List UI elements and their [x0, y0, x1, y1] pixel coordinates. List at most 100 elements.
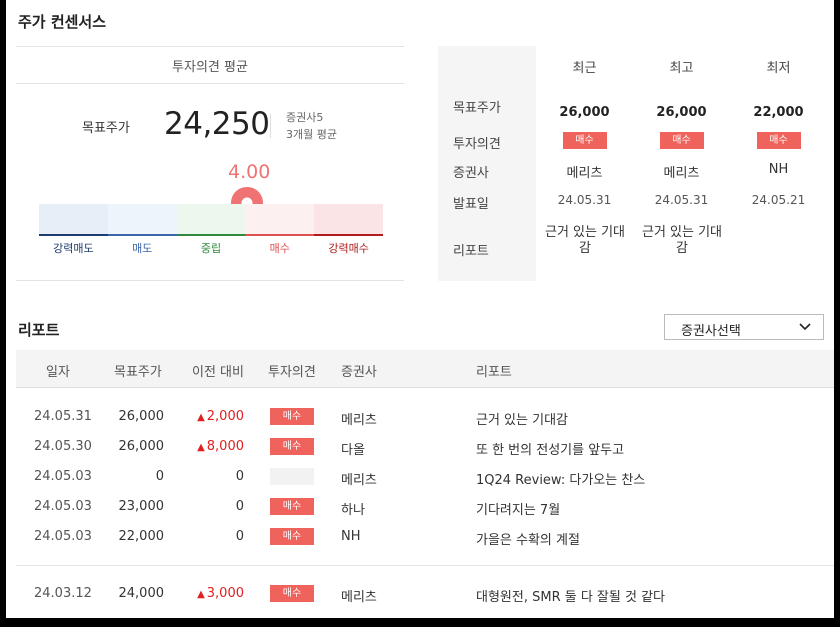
col-date: 일자 [46, 365, 70, 380]
summary-row-label-report: 리포트 [453, 244, 489, 259]
gauge-baseline-segment [107, 234, 177, 236]
highest-date: 24.05.31 [654, 193, 709, 207]
target-price-value: 24,250 [164, 106, 270, 142]
summary-row-label-opinion: 투자의견 [453, 137, 501, 152]
summary-row-label-broker: 증권사 [453, 166, 489, 181]
latest-opinion: 매수 [536, 132, 633, 149]
gauge-label-sell: 매도 [132, 242, 153, 255]
target-price-label: 목표주가 [82, 121, 130, 136]
col-report: 리포트 [476, 365, 512, 380]
consensus-panel: 주가 컨센서스 투자의견 평균 목표주가 24,250 증권사5 3개월 평균 … [6, 0, 834, 618]
lowest-broker: NH [768, 162, 789, 177]
gauge-label-strong-buy: 강력매수 [328, 242, 369, 255]
row-report-link[interactable]: 1Q24 Review: 다가오는 찬스 [476, 469, 645, 488]
row-diff: 0 [235, 529, 244, 544]
row-date: 24.05.31 [34, 409, 92, 424]
opinion-average-title: 투자의견 평균 [172, 60, 248, 75]
page-title: 주가 컨센서스 [18, 13, 107, 31]
highest-report-link[interactable]: 근거 있는 기대감 [639, 225, 725, 257]
latest-broker: 메리츠 [566, 166, 603, 181]
lowest-target: 22,000 [753, 105, 804, 120]
row-date: 24.05.03 [34, 469, 92, 484]
latest-report-link[interactable]: 근거 있는 기대감 [542, 225, 628, 257]
row-broker: 메리츠 [341, 413, 377, 428]
row-report-link[interactable]: 대형원전, SMR 둘 다 잘될 것 같다 [476, 586, 665, 605]
row-date: 24.03.12 [34, 586, 92, 601]
chevron-down-icon [799, 323, 811, 331]
opinion-score: 4.00 [228, 161, 271, 183]
opinion-badge: 매수 [270, 438, 314, 455]
row-diff: 0 [235, 469, 244, 484]
lowest-date: 24.05.21 [751, 193, 806, 207]
row-diff: 8,000 [174, 439, 244, 454]
highest-broker: 메리츠 [663, 166, 700, 181]
average-period: 3개월 평균 [286, 128, 337, 141]
summary-col-highest: 최고 [669, 61, 694, 76]
divider [16, 565, 834, 566]
gauge-segment [314, 204, 383, 234]
row-broker: NH [341, 529, 361, 544]
gauge-labels: 강력매도 매도 중립 매수 강력매수 [39, 240, 383, 256]
col-target: 목표주가 [114, 365, 162, 380]
row-opinion: 매수 [270, 528, 314, 545]
gauge-label-buy: 매수 [269, 242, 290, 255]
row-report-link[interactable]: 근거 있는 기대감 [476, 409, 568, 428]
row-opinion: 매수 [270, 408, 314, 425]
divider [16, 387, 834, 388]
brokers-count: 증권사5 [286, 111, 324, 124]
row-broker: 메리츠 [341, 473, 377, 488]
opinion-badge: 매수 [270, 408, 314, 425]
row-date: 24.05.03 [34, 499, 92, 514]
row-opinion [270, 468, 314, 489]
divider [16, 280, 404, 281]
summary-col-latest: 최근 [572, 61, 597, 76]
row-opinion: 매수 [270, 438, 314, 455]
row-target: 0 [155, 469, 164, 484]
gauge-label-hold: 중립 [200, 242, 222, 255]
opinion-gauge [39, 204, 383, 234]
opinion-badge: 매수 [270, 528, 314, 545]
summary-col-lowest: 최저 [766, 61, 791, 76]
gauge-segment [39, 204, 108, 234]
row-opinion: 매수 [270, 498, 314, 515]
row-broker: 다올 [341, 443, 365, 458]
gauge-segment [176, 204, 246, 234]
row-target: 26,000 [118, 409, 165, 424]
row-date: 24.05.30 [34, 439, 92, 454]
latest-target: 26,000 [559, 105, 610, 120]
gauge-baseline-segment [176, 234, 246, 236]
row-date: 24.05.03 [34, 529, 92, 544]
gauge-baseline-segment [314, 234, 383, 236]
row-target: 24,000 [118, 586, 165, 601]
row-report-link[interactable]: 또 한 번의 전성기를 앞두고 [476, 439, 624, 458]
divider [16, 46, 404, 47]
broker-select-value: 증권사선택 [681, 324, 741, 339]
latest-date: 24.05.31 [557, 193, 612, 207]
opinion-badge: 매수 [659, 132, 704, 149]
row-broker: 하나 [341, 503, 365, 518]
highest-opinion: 매수 [633, 132, 730, 149]
broker-select[interactable]: 증권사선택 [664, 314, 824, 340]
target-price-meta: 증권사5 3개월 평균 [286, 109, 337, 143]
summary-row-label-target: 목표주가 [453, 101, 501, 116]
row-target: 23,000 [118, 499, 165, 514]
gauge-baseline-segment [245, 234, 315, 236]
divider [16, 83, 404, 84]
row-opinion: 매수 [270, 585, 314, 602]
row-broker: 메리츠 [341, 590, 377, 605]
gauge-label-strong-sell: 강력매도 [53, 242, 94, 255]
divider [270, 114, 271, 138]
row-report-link[interactable]: 기다려지는 7월 [476, 499, 560, 518]
opinion-badge: 매수 [562, 132, 607, 149]
gauge-baseline [39, 234, 383, 236]
col-broker: 증권사 [341, 365, 377, 380]
row-diff: 0 [235, 499, 244, 514]
row-target: 26,000 [118, 439, 165, 454]
row-report-link[interactable]: 가을은 수확의 계절 [476, 529, 580, 548]
reports-title: 리포트 [18, 321, 60, 339]
opinion-badge [270, 468, 314, 485]
col-opinion: 투자의견 [268, 365, 316, 380]
lowest-opinion: 매수 [730, 132, 827, 149]
gauge-baseline-segment [39, 234, 108, 236]
highest-target: 26,000 [656, 105, 707, 120]
